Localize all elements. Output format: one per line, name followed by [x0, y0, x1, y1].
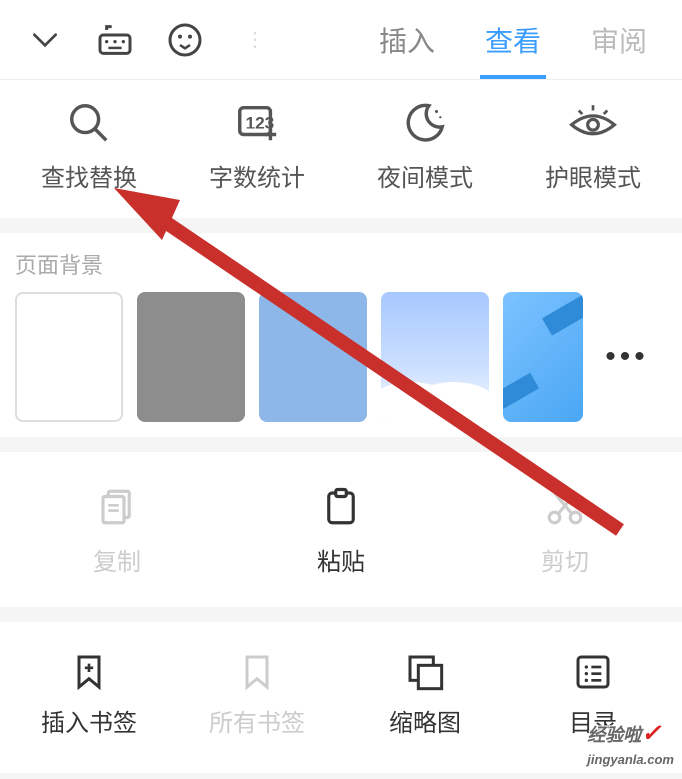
- section-title: 页面背景: [15, 248, 667, 280]
- copy-icon: [96, 482, 138, 532]
- tab-label: 插入: [379, 20, 435, 60]
- bg-swatch-clouds[interactable]: [381, 292, 489, 422]
- bookmark-icon: [237, 647, 277, 697]
- watermark: 经验啦✓ jingyanla.com: [587, 719, 674, 769]
- find-replace-button[interactable]: 查找替换: [9, 95, 169, 193]
- moon-icon: [402, 95, 448, 150]
- thumbnails-icon: [405, 647, 445, 697]
- action-label: 剪切: [541, 542, 589, 577]
- tool-label: 字数统计: [209, 158, 305, 193]
- bottom-label: 缩略图: [389, 703, 461, 738]
- eye-icon: [568, 95, 618, 150]
- paste-button[interactable]: 粘贴: [241, 482, 441, 577]
- night-mode-button[interactable]: 夜间模式: [345, 95, 505, 193]
- tool-label: 查找替换: [41, 158, 137, 193]
- word-count-button[interactable]: 123 字数统计: [177, 95, 337, 193]
- keyboard-icon[interactable]: [80, 20, 150, 60]
- bottom-label: 插入书签: [41, 703, 137, 738]
- bg-swatch-blue[interactable]: [259, 292, 367, 422]
- tool-label: 夜间模式: [377, 158, 473, 193]
- insert-bookmark-button[interactable]: 插入书签: [9, 647, 169, 738]
- search-icon: [66, 95, 112, 150]
- assistant-icon[interactable]: [150, 20, 220, 60]
- cut-button: 剪切: [465, 482, 665, 577]
- more-backgrounds-button[interactable]: •••: [597, 340, 657, 374]
- eye-mode-button[interactable]: 护眼模式: [513, 95, 673, 193]
- collapse-button[interactable]: [10, 24, 80, 56]
- action-label: 复制: [93, 542, 141, 577]
- copy-button: 复制: [17, 482, 217, 577]
- bg-swatch-pattern[interactable]: [503, 292, 583, 422]
- thumbnails-button[interactable]: 缩略图: [345, 647, 505, 738]
- clipboard-icon: [320, 482, 362, 532]
- list-icon: [573, 647, 613, 697]
- tab-view[interactable]: 查看: [485, 0, 541, 79]
- tab-label: 审阅: [591, 20, 647, 60]
- checkmark-icon: ✓: [641, 720, 661, 747]
- page-background-section: 页面背景 •••: [0, 233, 682, 437]
- bg-swatch-gray[interactable]: [137, 292, 245, 422]
- word-count-icon: 123: [234, 95, 280, 150]
- bottom-label: 所有书签: [209, 703, 305, 738]
- all-bookmarks-button: 所有书签: [177, 647, 337, 738]
- scissors-icon: [544, 482, 586, 532]
- bg-swatch-white[interactable]: [15, 292, 123, 422]
- watermark-text: 经验啦: [587, 725, 641, 745]
- divider-icon: ⋮: [220, 27, 290, 52]
- action-label: 粘贴: [317, 542, 365, 577]
- tab-review[interactable]: 审阅: [591, 0, 647, 79]
- tab-label: 查看: [485, 20, 541, 60]
- tool-label: 护眼模式: [545, 158, 641, 193]
- watermark-url: jingyanla.com: [587, 752, 674, 767]
- tab-insert[interactable]: 插入: [379, 0, 435, 79]
- bookmark-add-icon: [69, 647, 109, 697]
